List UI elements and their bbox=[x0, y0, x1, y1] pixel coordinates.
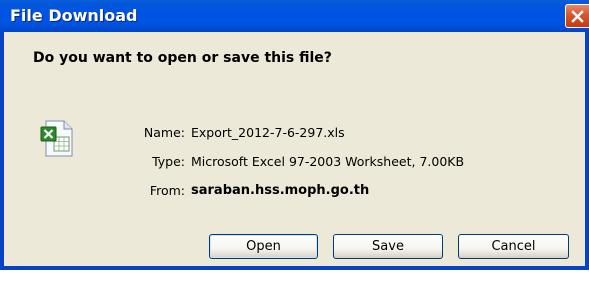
cancel-button[interactable]: Cancel bbox=[458, 234, 569, 259]
close-button[interactable] bbox=[565, 4, 589, 28]
file-name-label: Name: bbox=[143, 125, 185, 140]
file-from-label: From: bbox=[149, 183, 185, 198]
file-type-label: Type: bbox=[152, 154, 185, 169]
file-from-value: saraban.hss.moph.go.th bbox=[191, 183, 370, 198]
window-frame-bottom bbox=[0, 266, 589, 270]
dialog-question: Do you want to open or save this file? bbox=[33, 50, 332, 66]
window-title: File Download bbox=[10, 6, 138, 25]
title-bar[interactable]: File Download bbox=[0, 0, 589, 32]
close-icon bbox=[571, 10, 584, 23]
file-type-value: Microsoft Excel 97-2003 Worksheet, 7.00K… bbox=[191, 154, 465, 169]
save-button[interactable]: Save bbox=[333, 234, 443, 259]
excel-file-icon bbox=[40, 120, 74, 162]
window-frame-right bbox=[585, 32, 589, 270]
file-download-dialog: File Download Do you want to open or sav… bbox=[0, 0, 589, 270]
open-button[interactable]: Open bbox=[209, 234, 318, 259]
file-name-value: Export_2012-7-6-297.xls bbox=[191, 125, 345, 140]
